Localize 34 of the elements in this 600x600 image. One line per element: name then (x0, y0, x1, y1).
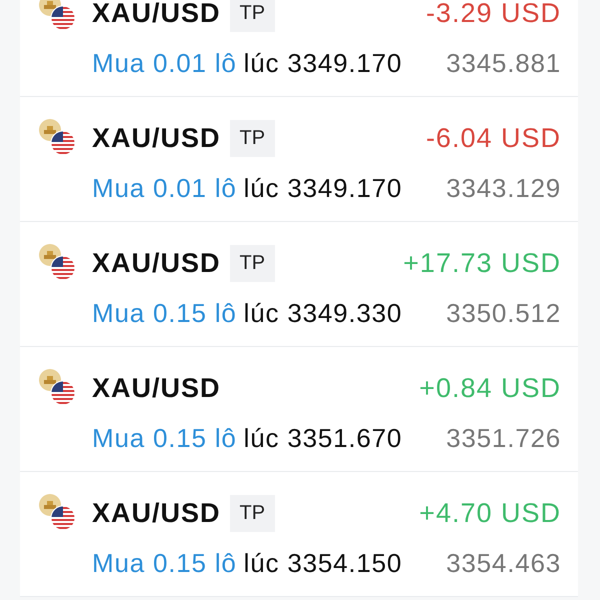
profit-value: -3.29 USD (426, 0, 561, 28)
symbol-label: XAU/USD (92, 372, 221, 404)
current-price: 3351.726 (446, 422, 561, 454)
profit-value: +4.70 USD (419, 498, 561, 528)
open-price: lúc 3349.170 (244, 172, 402, 204)
open-price: lúc 3351.670 (244, 422, 402, 454)
profit-value: -6.04 USD (426, 122, 561, 154)
tp-tag: TP (230, 120, 276, 156)
open-price: lúc 3349.170 (244, 48, 402, 78)
profit-value: +17.73 USD (403, 248, 561, 278)
position-row[interactable]: XAU/USD TP -6.04 USD Mua 0.01 lô lúc 3349.170 3343.129 (20, 97, 578, 222)
open-price: lúc 3349.330 (244, 298, 402, 328)
order-label: Mua 0.15 lô (92, 298, 237, 328)
position-row[interactable]: XAU/USD TP -3.29 USD Mua 0.01 lô lúc 3349.170 3345.881 (20, 0, 578, 97)
tp-tag: TP (230, 494, 276, 532)
symbol-label: XAU/USD (92, 498, 221, 528)
symbol-label: XAU/USD (92, 122, 221, 154)
symbol-label: XAU/USD (92, 248, 221, 278)
tp-tag: TP (230, 0, 276, 32)
position-row[interactable]: XAU/USD TP +17.73 USD Mua 0.15 lô lúc 3349.330 3350.512 (20, 222, 578, 347)
order-label: Mua 0.15 lô (92, 548, 237, 578)
position-row[interactable]: XAU/USD +0.84 USD Mua 0.15 lô lúc 3351.670 3351.726 (20, 347, 578, 472)
current-price: 3343.129 (446, 172, 561, 204)
order-label: Mua 0.01 lô (92, 172, 237, 204)
order-label: Mua 0.15 lô (92, 422, 237, 454)
order-label: Mua 0.01 lô (92, 48, 237, 78)
current-price: 3354.463 (446, 548, 561, 578)
symbol-label: XAU/USD (92, 0, 221, 28)
open-price: lúc 3354.150 (244, 548, 402, 578)
current-price: 3350.512 (446, 298, 561, 328)
tp-tag: TP (230, 244, 276, 282)
current-price: 3345.881 (446, 48, 561, 78)
profit-value: +0.84 USD (419, 372, 561, 404)
position-row[interactable]: XAU/USD TP +4.70 USD Mua 0.15 lô lúc 3354.150 3354.463 (20, 472, 578, 597)
